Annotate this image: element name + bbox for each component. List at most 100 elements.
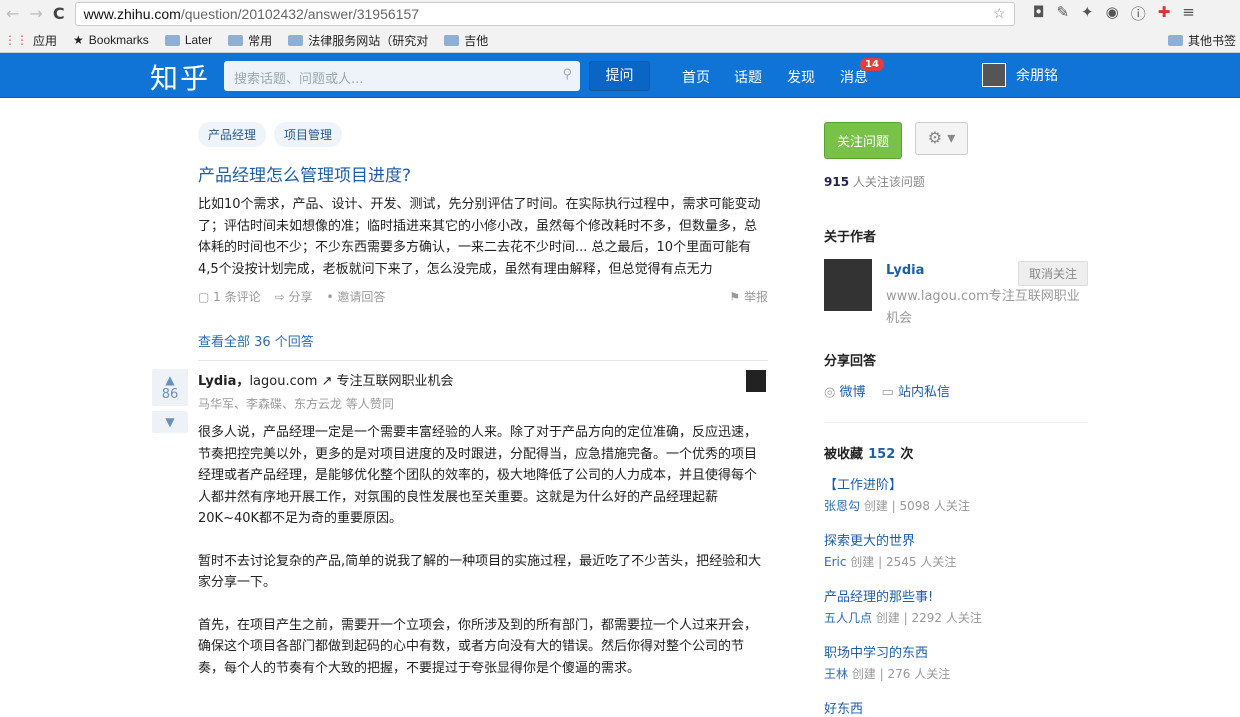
unfollow-button[interactable]: 取消关注 xyxy=(1017,261,1088,286)
folder-icon xyxy=(288,34,304,46)
share-label: 分享 xyxy=(288,290,313,304)
bookmark-star-icon[interactable]: ☆ xyxy=(993,5,1006,22)
reload-icon[interactable]: C xyxy=(53,4,65,23)
follower-count[interactable]: 915 xyxy=(824,175,849,189)
weibo-share[interactable]: ◎ 微博 xyxy=(824,381,866,400)
private-message-share[interactable]: ▭ 站内私信 xyxy=(882,381,950,400)
bookmark-bookmarks[interactable]: ★ Bookmarks xyxy=(73,33,149,47)
topic-tag[interactable]: 项目管理 xyxy=(274,122,343,147)
bookmark-label: 常用 xyxy=(248,33,273,48)
bookmark-legal[interactable]: 法律服务网站（研究对 xyxy=(288,32,428,49)
collection-title[interactable]: 探索更大的世界 xyxy=(824,530,1088,549)
url-host: www.zhihu.com xyxy=(83,5,181,22)
created-label: 创建 xyxy=(850,555,875,569)
invite-label: 邀请回答 xyxy=(337,290,386,304)
arrow-up-icon: ▲ xyxy=(165,373,175,387)
collected-label: 被收藏 xyxy=(824,447,864,462)
comments-label: 1 条评论 xyxy=(213,290,261,304)
zhihu-topbar: 知乎 搜索话题、问题或人... ⚲ 提问 首页 话题 发现 消息 14 余朋铭 xyxy=(0,53,1240,98)
author-bio: lagou.com ↗ 专注互联网职业机会 xyxy=(249,374,454,389)
logo[interactable]: 知乎 xyxy=(150,57,210,97)
author-avatar[interactable] xyxy=(746,370,766,392)
report-label: 举报 xyxy=(743,290,768,304)
answer-author[interactable]: Lydia xyxy=(198,374,236,389)
search-input[interactable]: 搜索话题、问题或人... ⚲ xyxy=(224,61,580,91)
bookmark-later[interactable]: Later xyxy=(164,33,212,47)
answer-paragraph: 暂时不去讨论复杂的产品,简单的说我了解的一种项目的实施过程，最近吃了不少苦头，把… xyxy=(198,553,762,591)
collection-title[interactable]: 【工作进阶】 xyxy=(824,474,1088,493)
folder-icon xyxy=(444,34,460,46)
report-link[interactable]: ⚑ 举报 xyxy=(729,288,768,305)
bookmark-label: 吉他 xyxy=(464,33,489,48)
nav-topics[interactable]: 话题 xyxy=(734,67,762,87)
ask-button[interactable]: 提问 xyxy=(589,61,650,91)
collection-title[interactable]: 职场中学习的东西 xyxy=(824,642,1088,661)
bookmark-apps[interactable]: ⋮⋮ 应用 xyxy=(4,32,57,49)
collection-creator[interactable]: 王林 xyxy=(824,667,848,681)
back-icon[interactable]: ← xyxy=(6,4,19,23)
folder-icon xyxy=(228,34,244,46)
bookmark-guitar[interactable]: 吉他 xyxy=(444,32,488,49)
collected-count[interactable]: 152 xyxy=(868,447,895,462)
author-bio: www.lagou.com专注互联网职业机会 xyxy=(886,289,1080,326)
about-author-title: 关于作者 xyxy=(824,230,877,245)
comments-link[interactable]: ▢ 1 条评论 xyxy=(198,288,261,305)
author-photo[interactable] xyxy=(824,259,872,311)
share-answer-title: 分享回答 xyxy=(824,354,877,369)
message-badge: 14 xyxy=(860,58,884,71)
settings-dropdown[interactable]: ⚙ ▾ xyxy=(915,122,968,155)
search-icon[interactable]: ⚲ xyxy=(562,67,572,82)
collection-creator[interactable]: Eric xyxy=(824,555,846,569)
nav-explore[interactable]: 发现 xyxy=(787,67,815,87)
collection-followers: 5098 人关注 xyxy=(899,499,970,513)
extension-icon[interactable]: ✎ xyxy=(1056,3,1069,24)
vote-count: 86 xyxy=(161,387,179,402)
pocket-icon[interactable]: ◘ xyxy=(1033,3,1045,24)
collection-item: 探索更大的世界 Eric 创建 | 2545 人关注 xyxy=(824,530,1088,570)
created-label: 创建 xyxy=(863,499,888,513)
downvote-button[interactable]: ▼ xyxy=(152,411,188,433)
apps-icon: ⋮⋮ xyxy=(4,33,28,47)
menu-icon[interactable]: ≡ xyxy=(1182,3,1195,24)
collected-unit: 次 xyxy=(900,447,914,462)
view-all-answers[interactable]: 查看全部 36 个回答 xyxy=(198,331,768,361)
collection-followers: 2545 人关注 xyxy=(885,555,957,569)
collection-title[interactable]: 产品经理的那些事! xyxy=(824,586,1088,605)
extension-icon[interactable]: ✚ xyxy=(1158,3,1171,24)
question-title: 产品经理怎么管理项目进度? xyxy=(198,166,412,186)
created-label: 创建 xyxy=(851,667,876,681)
nav-home[interactable]: 首页 xyxy=(682,67,710,87)
address-bar[interactable]: www.zhihu.com/question/20102432/answer/3… xyxy=(74,1,1015,26)
user-menu[interactable]: 余朋铭 xyxy=(982,63,1058,87)
sidebar: 关注问题 ⚙ ▾ 915 人关注该问题 关于作者 Lydia www.lagou.… xyxy=(824,122,1088,717)
collection-title[interactable]: 好东西 xyxy=(824,698,1088,717)
answer-paragraph: 很多人说，产品经理一定是一个需要丰富经验的人来。除了对于产品方向的定位准确，反应… xyxy=(198,425,758,526)
extension-icon[interactable]: ✦ xyxy=(1081,3,1094,24)
share-link[interactable]: ⇨ 分享 xyxy=(275,288,313,305)
forward-icon[interactable]: → xyxy=(29,4,42,23)
topic-tag[interactable]: 产品经理 xyxy=(198,122,267,147)
bookmark-other[interactable]: 其他书签 xyxy=(1167,32,1236,49)
info-icon[interactable]: ⓘ xyxy=(1131,3,1146,24)
url-path: /question/20102432/answer/31956157 xyxy=(180,5,420,22)
bookmark-common[interactable]: 常用 xyxy=(228,32,272,49)
invite-link[interactable]: • 邀请回答 xyxy=(327,288,386,305)
bookmark-label: 其他书签 xyxy=(1187,33,1236,48)
bookmark-label: 应用 xyxy=(33,33,58,48)
collection-item: 产品经理的那些事! 五人几点 创建 | 2292 人关注 xyxy=(824,586,1088,626)
username: 余朋铭 xyxy=(1016,68,1058,84)
collection-followers: 2292 人关注 xyxy=(911,611,982,625)
weibo-icon: ◎ xyxy=(824,385,836,400)
voters[interactable]: 马华军、李森碟、东方云龙 等人赞同 xyxy=(198,395,768,412)
upvote-button[interactable]: ▲ 86 xyxy=(152,369,188,406)
created-label: 创建 xyxy=(875,611,900,625)
bookmark-label: 法律服务网站（研究对 xyxy=(308,33,429,48)
extension-icon[interactable]: ◉ xyxy=(1106,3,1119,24)
answer-paragraph: 首先，在项目产生之前，需要开一个立项会，你所涉及到的所有部门，都需要拉一个人过来… xyxy=(198,617,758,676)
folder-icon xyxy=(1167,34,1183,46)
collection-creator[interactable]: 张恩勾 xyxy=(824,499,860,513)
search-placeholder: 搜索话题、问题或人... xyxy=(234,72,364,87)
follow-question-button[interactable]: 关注问题 xyxy=(824,122,903,159)
folder-icon xyxy=(164,34,180,46)
collection-creator[interactable]: 五人几点 xyxy=(824,611,872,625)
